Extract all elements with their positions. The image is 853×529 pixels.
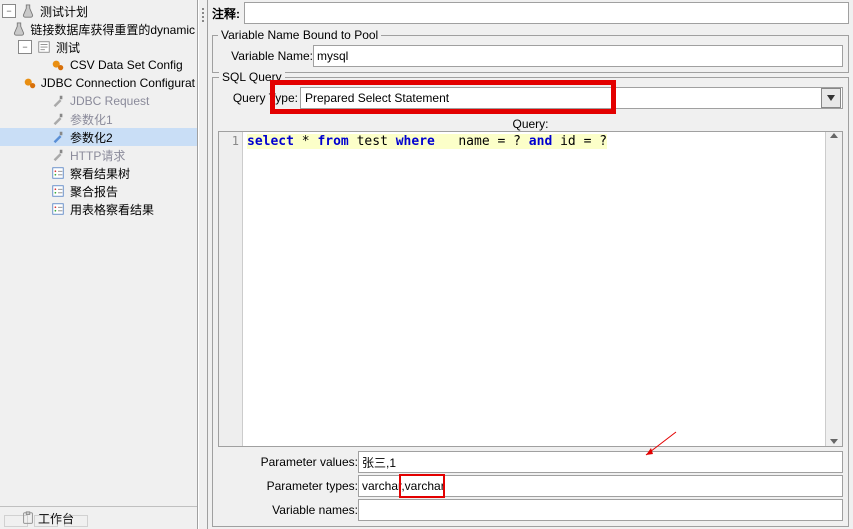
- param-values-input[interactable]: [358, 451, 843, 473]
- tree-item[interactable]: JDBC Request: [0, 92, 197, 110]
- query-label: Query:: [218, 117, 843, 131]
- tree-pane: − 测试计划 链接数据库获得重置的dynamic−测试CSV Data Set …: [0, 0, 198, 529]
- sql-editor-wrap: 1 select * from test where name = ? and …: [218, 131, 843, 447]
- tree-item[interactable]: − 测试: [0, 38, 197, 56]
- param-values-label: Parameter values:: [218, 455, 358, 469]
- editor-gutter: 1: [219, 132, 243, 446]
- query-type-label: Query Type:: [218, 91, 300, 105]
- pipette-icon: [50, 147, 66, 163]
- tree-item-label: JDBC Request: [68, 94, 151, 108]
- sqlquery-fieldset: SQL Query Query Type: Prepared Select St…: [212, 77, 849, 527]
- tree-item-label: JDBC Connection Configurat: [39, 76, 197, 90]
- bottom-widgets: [4, 515, 88, 527]
- varpool-fieldset: Variable Name Bound to Pool Variable Nam…: [212, 28, 849, 73]
- result-icon: [50, 165, 66, 181]
- tree-item-label: 察看结果树: [68, 165, 132, 182]
- tree-item-label: 用表格察看结果: [68, 201, 156, 218]
- sqlquery-legend: SQL Query: [219, 70, 285, 84]
- gears-icon: [23, 75, 37, 91]
- tree-item-label: 参数化2: [68, 129, 115, 146]
- right-pane: 注释: Variable Name Bound to Pool Variable…: [208, 0, 853, 529]
- param-types-label: Parameter types:: [218, 479, 358, 493]
- tree-item[interactable]: 参数化1: [0, 110, 197, 128]
- comment-label: 注释:: [212, 5, 240, 22]
- tree-item[interactable]: JDBC Connection Configurat: [0, 74, 197, 92]
- tree-item[interactable]: 察看结果树: [0, 164, 197, 182]
- tree-item-label: 链接数据库获得重置的dynamic: [28, 21, 197, 38]
- tree-item[interactable]: HTTP请求: [0, 146, 197, 164]
- tree-item-label: 聚合报告: [68, 183, 120, 200]
- query-type-value: Prepared Select Statement: [301, 91, 820, 105]
- flask-icon: [12, 21, 26, 37]
- editor-scrollbar[interactable]: [825, 132, 842, 446]
- gears-icon: [50, 57, 66, 73]
- tree-label: 测试计划: [38, 3, 90, 20]
- query-type-combo[interactable]: Prepared Select Statement: [300, 87, 843, 109]
- toggle-open-icon[interactable]: −: [2, 4, 16, 18]
- pipette-icon: [50, 93, 66, 109]
- varname-input[interactable]: [313, 45, 843, 67]
- tree[interactable]: − 测试计划 链接数据库获得重置的dynamic−测试CSV Data Set …: [0, 0, 197, 506]
- result-icon: [50, 201, 66, 217]
- splitter[interactable]: [198, 0, 208, 529]
- var-names-label: Variable names:: [218, 503, 358, 517]
- tree-item[interactable]: 聚合报告: [0, 182, 197, 200]
- tree-item-label: HTTP请求: [68, 147, 127, 164]
- tree-item[interactable]: 用表格察看结果: [0, 200, 197, 218]
- toggle-open-icon[interactable]: −: [18, 40, 32, 54]
- varpool-legend: Variable Name Bound to Pool: [218, 28, 381, 42]
- param-types-input[interactable]: [358, 475, 843, 497]
- pipette-icon: [50, 111, 66, 127]
- comment-input[interactable]: [244, 2, 849, 24]
- sql-editor[interactable]: select * from test where name = ? and id…: [243, 132, 825, 446]
- var-names-input[interactable]: [358, 499, 843, 521]
- tree-root[interactable]: − 测试计划: [0, 2, 197, 20]
- tree-item-label: 参数化1: [68, 111, 115, 128]
- pipette-icon: [50, 129, 66, 145]
- tree-item[interactable]: 链接数据库获得重置的dynamic: [0, 20, 197, 38]
- tree-item-label: CSV Data Set Config: [68, 58, 185, 72]
- flask-icon: [20, 3, 36, 19]
- tree-item[interactable]: CSV Data Set Config: [0, 56, 197, 74]
- tree-item[interactable]: 参数化2: [0, 128, 197, 146]
- script-icon: [36, 39, 52, 55]
- tree-item-label: 测试: [54, 39, 82, 56]
- varname-label: Variable Name:: [218, 49, 313, 63]
- chevron-down-icon[interactable]: [821, 88, 841, 108]
- params-block: Parameter values: Parameter types: Varia…: [218, 451, 843, 523]
- result-icon: [50, 183, 66, 199]
